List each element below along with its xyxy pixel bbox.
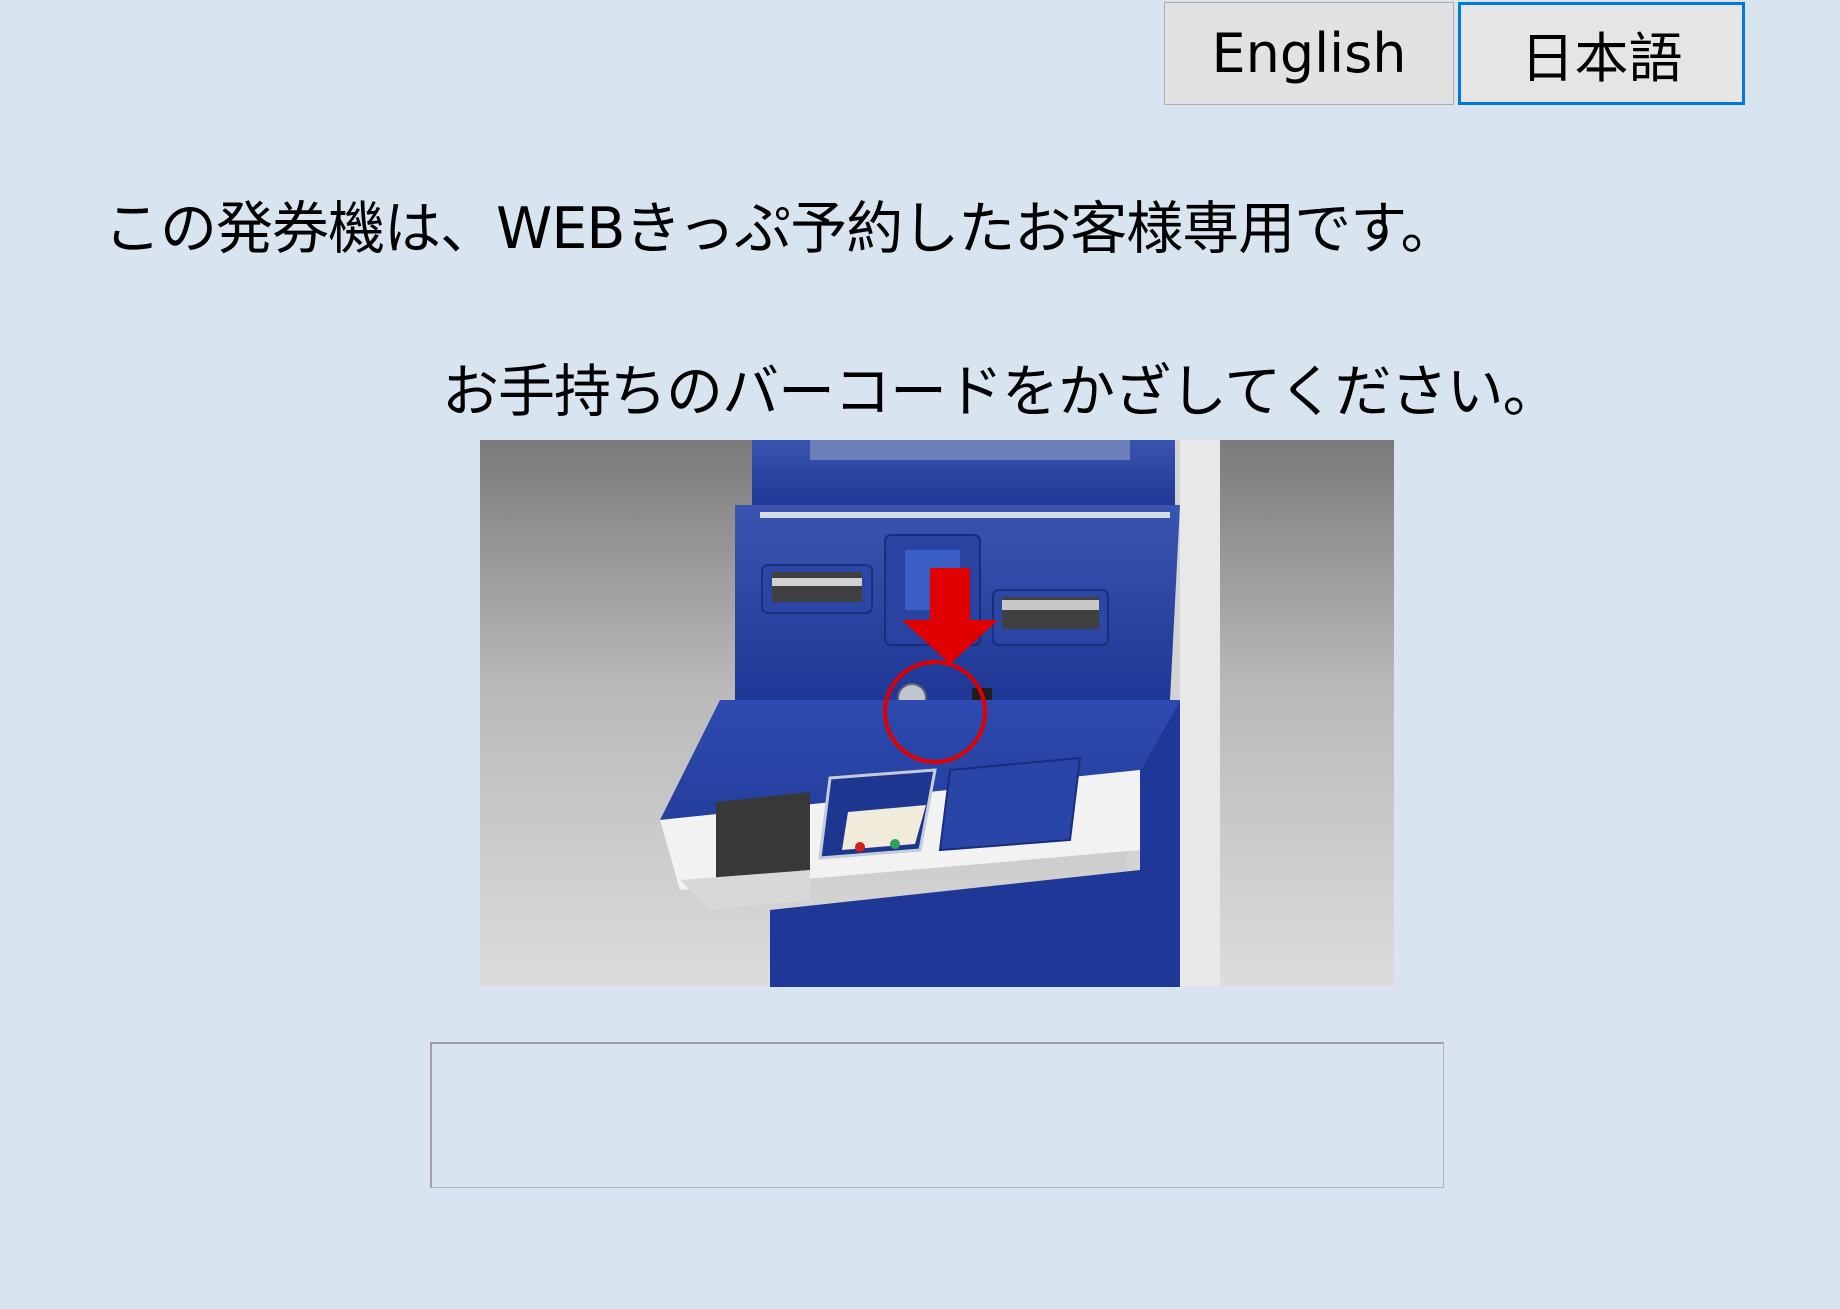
japanese-language-button[interactable]: 日本語	[1458, 2, 1745, 105]
barcode-input[interactable]	[430, 1042, 1444, 1188]
instruction-text: お手持ちのバーコードをかざしてください。	[442, 359, 1560, 425]
service-notice-text: この発券機は、WEBきっぷ予約したお客様専用です。	[104, 196, 1457, 262]
ticket-machine-illustration	[480, 440, 1394, 987]
english-language-button[interactable]: English	[1164, 2, 1454, 105]
